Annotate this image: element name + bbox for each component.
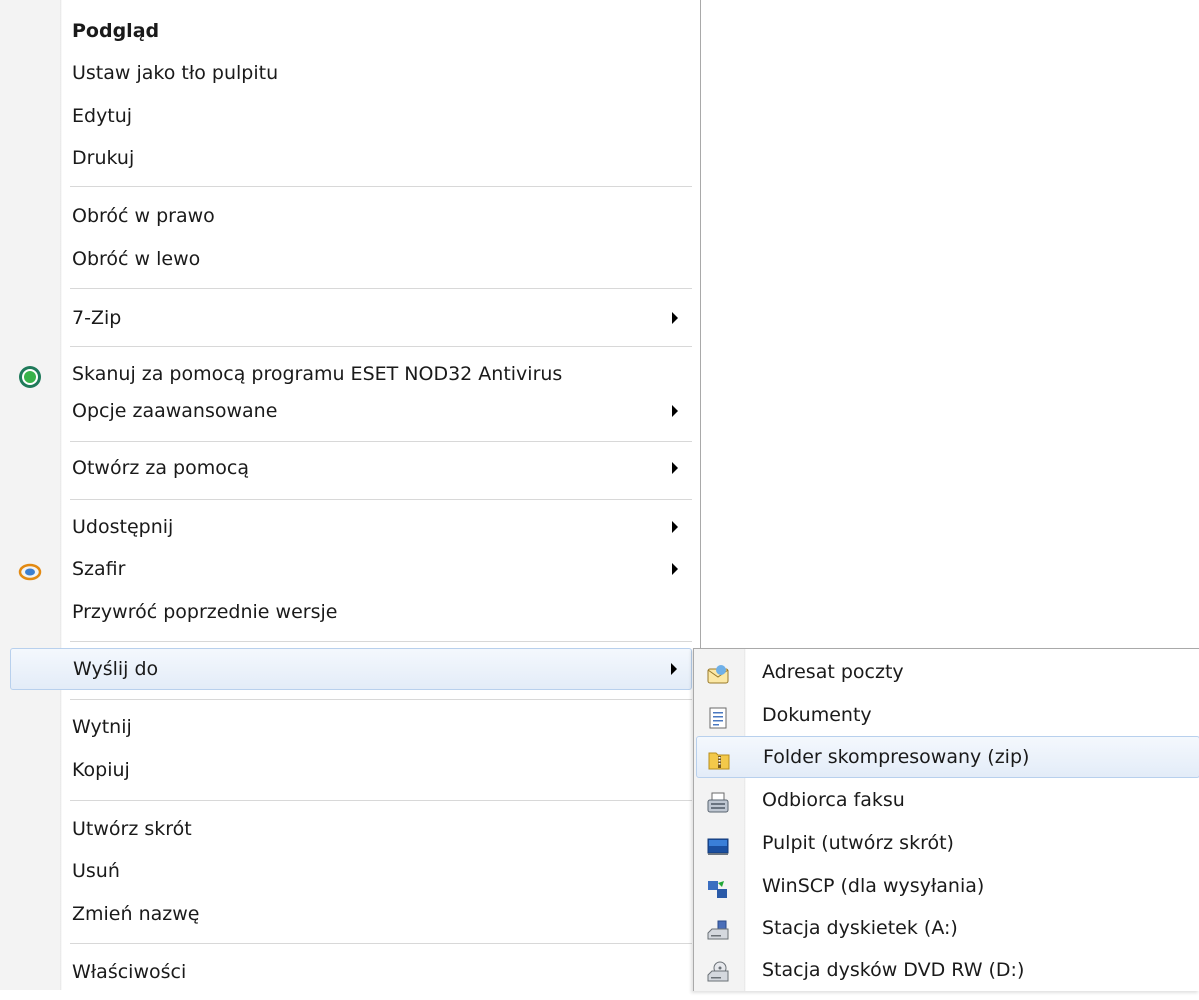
menu-item-delete[interactable]: Usuń <box>10 850 692 892</box>
menu-item-label: Stacja dyskietek (A:) <box>762 917 958 939</box>
menu-item-print[interactable]: Drukuj <box>10 137 692 179</box>
submenu-item-dvd-drive[interactable]: Stacja dysków DVD RW (D:) <box>696 949 1199 991</box>
desktop-icon <box>706 831 730 855</box>
submenu-item-mail-recipient[interactable]: Adresat poczty <box>696 651 1199 693</box>
menu-item-label: WinSCP (dla wysyłania) <box>762 875 985 897</box>
menu-item-label: Opcje zaawansowane <box>72 400 278 422</box>
send-to-submenu: Adresat poczty Dokumenty Folder skompres… <box>693 648 1199 991</box>
menu-item-label: Kopiuj <box>72 759 130 781</box>
menu-item-label: Stacja dysków DVD RW (D:) <box>762 959 1025 981</box>
document-icon <box>706 703 730 729</box>
menu-item-preview[interactable]: Podgląd <box>10 10 692 52</box>
menu-item-set-wallpaper[interactable]: Ustaw jako tło pulpitu <box>10 52 692 94</box>
menu-item-rotate-left[interactable]: Obróć w lewo <box>10 238 692 280</box>
menu-item-label: 7-Zip <box>72 307 122 329</box>
context-menu: Podgląd Ustaw jako tło pulpitu Edytuj Dr… <box>0 0 701 990</box>
menu-item-label: Adresat poczty <box>762 661 904 683</box>
menu-item-create-shortcut[interactable]: Utwórz skrót <box>10 808 692 850</box>
menu-item-label: Otwórz za pomocą <box>72 457 249 479</box>
submenu-arrow-icon <box>672 312 678 324</box>
menu-item-label: Drukuj <box>72 147 135 169</box>
menu-item-label: Obróć w lewo <box>72 248 201 270</box>
winscp-icon <box>706 874 730 898</box>
submenu-arrow-icon <box>672 462 678 474</box>
menu-item-label: Właściwości <box>72 961 187 983</box>
menu-item-send-to[interactable]: Wyślij do <box>10 648 692 690</box>
submenu-arrow-icon <box>672 563 678 575</box>
menu-item-label: Odbiorca faksu <box>762 789 905 811</box>
menu-item-label: Skanuj za pomocą programu ESET NOD32 Ant… <box>72 363 563 385</box>
dvd-drive-icon <box>706 958 730 982</box>
menu-item-label: Wytnij <box>72 716 132 738</box>
menu-separator <box>70 186 692 188</box>
submenu-item-desktop-shortcut[interactable]: Pulpit (utwórz skrót) <box>696 822 1199 864</box>
menu-separator <box>70 441 692 443</box>
menu-item-label: Edytuj <box>72 105 133 127</box>
menu-item-label: Pulpit (utwórz skrót) <box>762 832 954 854</box>
mail-icon <box>706 660 730 684</box>
menu-item-label: Ustaw jako tło pulpitu <box>72 62 279 84</box>
submenu-item-fax-recipient[interactable]: Odbiorca faksu <box>696 779 1199 821</box>
menu-item-label: Szafir <box>72 558 126 580</box>
menu-separator <box>70 346 692 348</box>
zip-folder-icon <box>707 746 731 770</box>
menu-item-advanced-options[interactable]: Opcje zaawansowane <box>10 390 692 432</box>
menu-separator <box>70 499 692 501</box>
menu-item-cut[interactable]: Wytnij <box>10 706 692 748</box>
menu-item-edit[interactable]: Edytuj <box>10 95 692 137</box>
menu-item-szafir[interactable]: Szafir <box>10 548 692 590</box>
submenu-arrow-icon <box>672 405 678 417</box>
menu-item-label: Zmień nazwę <box>72 903 200 925</box>
menu-item-restore-versions[interactable]: Przywróć poprzednie wersje <box>10 591 692 633</box>
eset-icon <box>18 362 42 388</box>
menu-item-7zip[interactable]: 7-Zip <box>10 297 692 339</box>
menu-item-scan-eset[interactable]: Skanuj za pomocą programu ESET NOD32 Ant… <box>10 353 692 395</box>
menu-separator <box>70 641 692 643</box>
submenu-arrow-icon <box>671 663 677 675</box>
menu-item-properties[interactable]: Właściwości <box>10 951 692 993</box>
menu-item-label: Folder skompresowany (zip) <box>763 746 1030 768</box>
menu-item-copy[interactable]: Kopiuj <box>10 749 692 791</box>
submenu-item-winscp[interactable]: WinSCP (dla wysyłania) <box>696 865 1199 907</box>
menu-item-label: Dokumenty <box>762 704 872 726</box>
szafir-icon <box>18 557 42 581</box>
menu-separator <box>70 288 692 290</box>
menu-item-share[interactable]: Udostępnij <box>10 506 692 548</box>
menu-separator <box>70 800 692 802</box>
submenu-item-documents[interactable]: Dokumenty <box>696 694 1199 736</box>
menu-item-label: Usuń <box>72 860 120 882</box>
menu-item-rename[interactable]: Zmień nazwę <box>10 893 692 935</box>
menu-item-label: Wyślij do <box>73 658 159 680</box>
menu-item-label: Utwórz skrót <box>72 818 192 840</box>
menu-item-label: Przywróć poprzednie wersje <box>72 601 338 623</box>
floppy-drive-icon <box>706 916 730 940</box>
submenu-arrow-icon <box>672 521 678 533</box>
menu-item-open-with[interactable]: Otwórz za pomocą <box>10 447 692 489</box>
menu-item-label: Udostępnij <box>72 516 174 538</box>
menu-item-label: Podgląd <box>72 20 160 42</box>
submenu-item-floppy-drive[interactable]: Stacja dyskietek (A:) <box>696 907 1199 949</box>
fax-icon <box>706 788 730 813</box>
menu-separator <box>70 943 692 945</box>
menu-item-label: Obróć w prawo <box>72 205 215 227</box>
submenu-item-compressed-folder[interactable]: Folder skompresowany (zip) <box>696 736 1199 778</box>
menu-separator <box>70 699 692 701</box>
menu-item-rotate-right[interactable]: Obróć w prawo <box>10 195 692 237</box>
